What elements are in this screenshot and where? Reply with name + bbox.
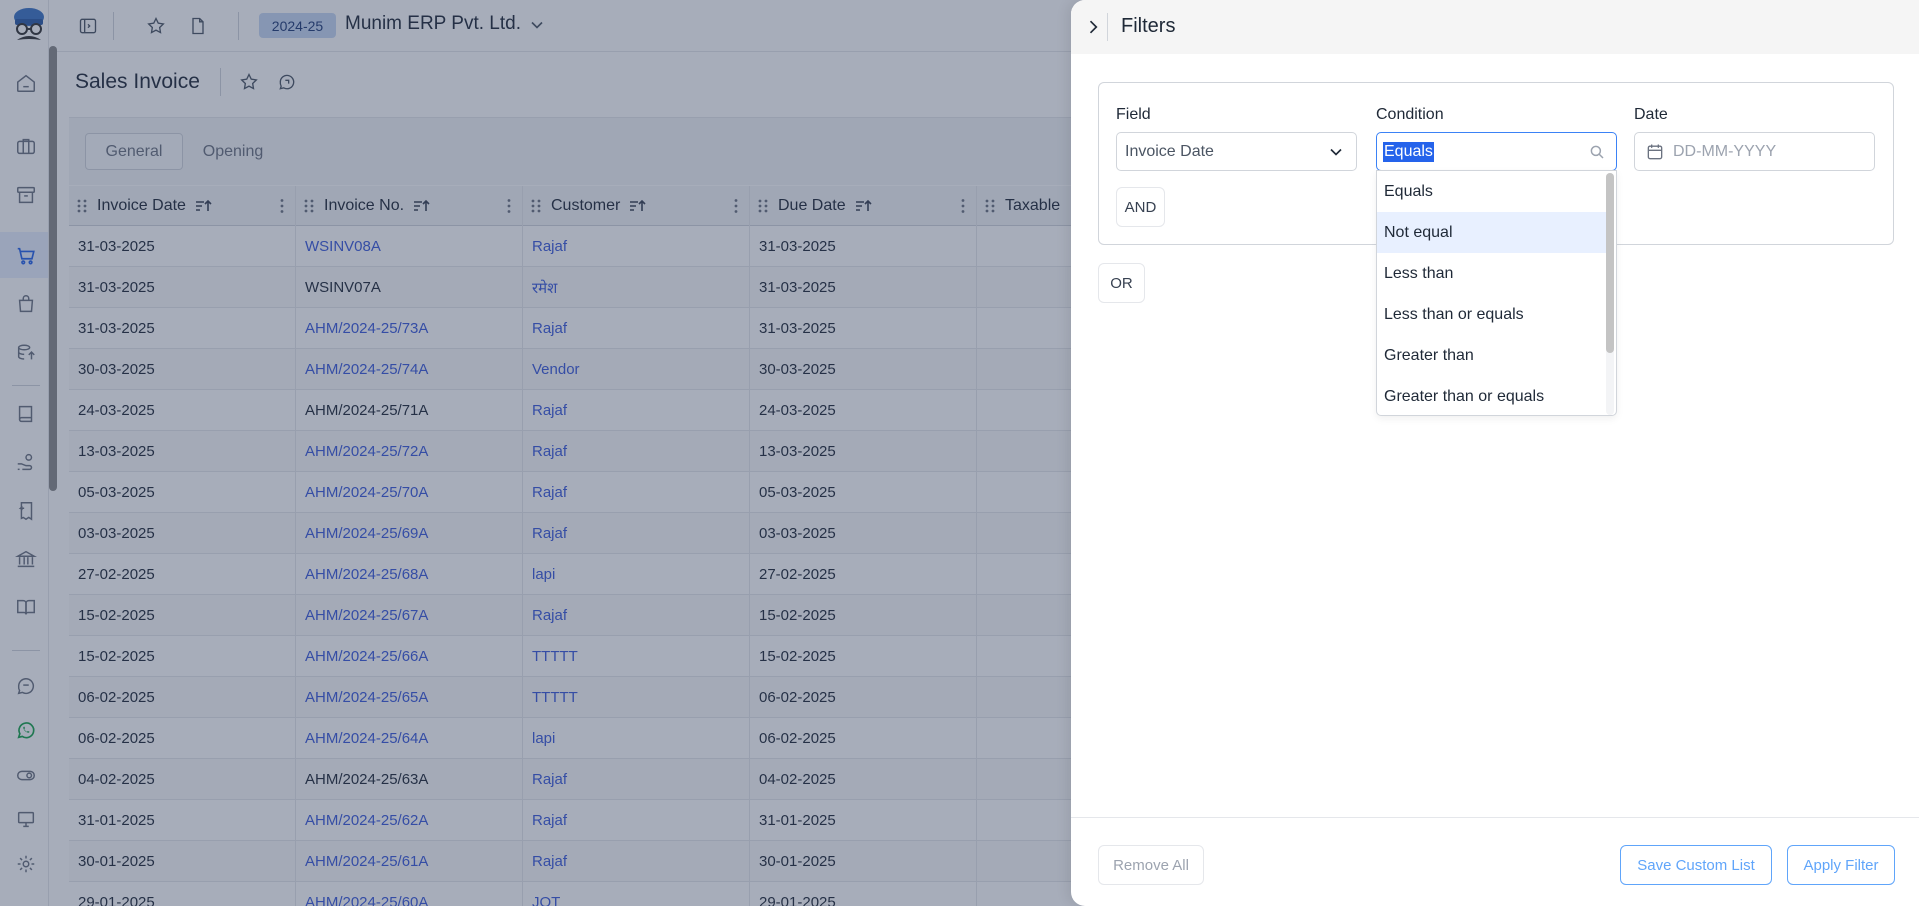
field-select-value: Invoice Date xyxy=(1125,142,1214,160)
dropdown-scrollbar[interactable] xyxy=(1606,173,1614,353)
drawer-footer-divider xyxy=(1071,817,1919,818)
save-custom-list-button[interactable]: Save Custom List xyxy=(1620,845,1772,885)
option-less-than[interactable]: Less than xyxy=(1377,253,1607,294)
condition-dropdown: Equals Not equal Less than Less than or … xyxy=(1376,170,1617,416)
option-less-than-or-equals[interactable]: Less than or equals xyxy=(1377,294,1607,335)
condition-label: Condition xyxy=(1376,106,1444,123)
date-label: Date xyxy=(1634,106,1668,123)
drawer-header: Filters xyxy=(1071,0,1919,54)
chevron-down-icon xyxy=(1330,148,1342,156)
option-equals[interactable]: Equals xyxy=(1377,171,1607,212)
header-separator xyxy=(1107,13,1108,41)
filters-drawer: Filters Field Condition Date Invoice Dat… xyxy=(1071,0,1919,906)
calendar-icon xyxy=(1647,144,1663,160)
search-icon xyxy=(1590,145,1604,159)
date-placeholder: DD-MM-YYYY xyxy=(1673,142,1777,160)
date-input[interactable]: DD-MM-YYYY xyxy=(1634,132,1875,171)
option-greater-than[interactable]: Greater than xyxy=(1377,335,1607,376)
and-button[interactable]: AND xyxy=(1116,187,1165,227)
option-greater-than-or-equals[interactable]: Greater than or equals xyxy=(1377,376,1607,415)
condition-search-input[interactable]: Equals xyxy=(1376,132,1617,171)
field-select[interactable]: Invoice Date xyxy=(1116,132,1357,171)
drawer-title: Filters xyxy=(1121,15,1176,37)
remove-all-button[interactable]: Remove All xyxy=(1098,845,1204,885)
chevron-right-icon[interactable] xyxy=(1081,15,1105,39)
option-not-equal[interactable]: Not equal xyxy=(1377,212,1607,253)
condition-input-value: Equals xyxy=(1383,141,1434,162)
apply-filter-button[interactable]: Apply Filter xyxy=(1787,845,1895,885)
or-button[interactable]: OR xyxy=(1098,263,1145,303)
field-label: Field xyxy=(1116,106,1151,123)
